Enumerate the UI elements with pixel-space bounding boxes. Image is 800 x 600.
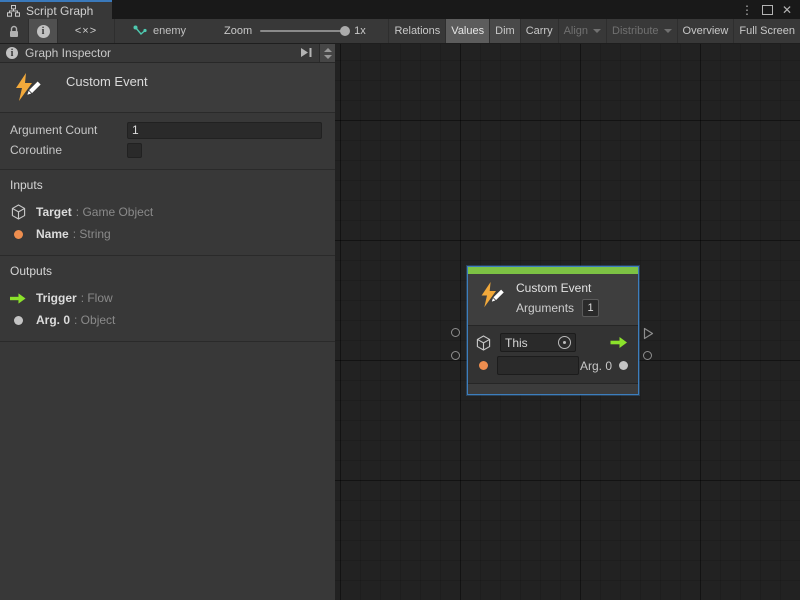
port-row-trigger: Trigger : Flow <box>10 287 335 309</box>
node-row-arg0: Arg. 0 <box>476 354 630 377</box>
object-picker-icon[interactable] <box>558 336 571 349</box>
overview-button[interactable]: Overview <box>677 19 734 43</box>
port-type: : Game Object <box>76 205 153 219</box>
port-row-target: Target : Game Object <box>10 201 335 223</box>
full-screen-button[interactable]: Full Screen <box>733 19 800 43</box>
script-graph-window: Script Graph ⋮ ✕ i <×> enemy <box>0 0 800 600</box>
align-button[interactable]: Align <box>558 19 606 43</box>
inspector-toggle-button[interactable]: i <box>29 19 58 43</box>
zoom-control: Zoom 1x <box>224 19 366 43</box>
dropdown-arrow-icon <box>593 29 601 33</box>
graph-inspector-panel: i Graph Inspector Custom Eve <box>0 44 335 600</box>
custom-event-node[interactable]: Custom Event Arguments 1 This <box>467 266 639 395</box>
target-this-dropdown[interactable]: This <box>500 333 576 352</box>
tab-script-graph[interactable]: Script Graph <box>0 0 112 19</box>
node-arguments-field[interactable]: 1 <box>582 299 599 317</box>
arg0-label: Arg. 0 <box>580 359 612 373</box>
graph-inspector-title: Graph Inspector <box>25 46 111 60</box>
argument-count-label: Argument Count <box>10 123 127 137</box>
info-icon: i <box>37 25 50 38</box>
relations-button[interactable]: Relations <box>388 19 445 43</box>
object-port-dot <box>10 316 26 325</box>
external-input-port[interactable] <box>451 328 460 337</box>
coroutine-checkbox[interactable] <box>127 143 142 158</box>
node-header: Custom Event Arguments 1 <box>468 274 638 326</box>
port-name: Arg. 0 <box>36 313 70 327</box>
window-maximize-icon[interactable] <box>762 5 773 15</box>
port-type: : String <box>73 227 111 241</box>
lock-icon <box>8 25 20 38</box>
code-preview-button[interactable]: <×> <box>58 19 115 43</box>
coroutine-label: Coroutine <box>10 143 127 157</box>
code-icon: <×> <box>75 25 97 37</box>
inputs-header: Inputs <box>10 178 335 192</box>
dim-button[interactable]: Dim <box>489 19 520 43</box>
zoom-slider-handle[interactable] <box>340 26 350 36</box>
scroll-down-icon[interactable] <box>324 55 332 59</box>
unit-header: Custom Event <box>0 63 335 113</box>
port-name: Target <box>36 205 72 219</box>
tab-title: Script Graph <box>26 4 93 18</box>
unit-title: Custom Event <box>66 74 148 89</box>
node-body: This Arg. 0 <box>468 326 638 383</box>
panel-scroll-spinner <box>319 44 335 62</box>
port-type: : Flow <box>81 291 113 305</box>
custom-event-icon <box>12 72 42 104</box>
toolbar-button-group: Relations Values Dim Carry Align Distrib… <box>388 19 800 43</box>
node-arguments-label: Arguments <box>516 301 574 315</box>
scroll-up-icon[interactable] <box>324 48 332 52</box>
info-icon: i <box>6 47 18 59</box>
zoom-slider[interactable] <box>260 30 346 32</box>
string-port-dot <box>10 230 26 239</box>
arg0-out-port[interactable] <box>619 361 628 370</box>
node-footer <box>468 383 638 394</box>
graph-inspector-header: i Graph Inspector <box>0 44 335 63</box>
argument-count-row: Argument Count <box>10 120 335 140</box>
titlebar: Script Graph ⋮ ✕ <box>0 0 800 19</box>
flow-arrow-icon <box>10 293 26 304</box>
node-title: Custom Event <box>516 281 599 295</box>
flow-out-port[interactable] <box>610 337 628 348</box>
coroutine-row: Coroutine <box>10 140 335 160</box>
distribute-button[interactable]: Distribute <box>606 19 676 43</box>
port-type: : Object <box>74 313 115 327</box>
dock-right-icon <box>299 46 313 59</box>
dock-panel-button[interactable] <box>299 46 313 62</box>
lock-button[interactable] <box>0 19 29 43</box>
external-flow-port[interactable] <box>643 327 654 340</box>
carry-button[interactable]: Carry <box>520 19 558 43</box>
window-controls: ⋮ ✕ <box>741 0 800 19</box>
external-output-port[interactable] <box>643 351 652 360</box>
graph-breadcrumb[interactable]: enemy <box>133 19 186 43</box>
inputs-section: Inputs Target : Game Object Name : Strin… <box>0 170 335 256</box>
dropdown-arrow-icon <box>664 29 672 33</box>
cube-icon <box>10 204 26 220</box>
port-name: Name <box>36 227 69 241</box>
external-input-port[interactable] <box>451 351 460 360</box>
unit-fields: Argument Count Coroutine <box>0 113 335 170</box>
outputs-header: Outputs <box>10 264 335 278</box>
port-name: Trigger <box>36 291 77 305</box>
graph-canvas[interactable]: Custom Event Arguments 1 This <box>335 44 800 600</box>
node-row-target: This <box>476 331 630 354</box>
script-graph-icon <box>7 5 20 17</box>
graph-asset-icon <box>133 25 147 38</box>
graph-name: enemy <box>153 25 186 37</box>
zoom-value: 1x <box>354 25 366 37</box>
window-menu-icon[interactable]: ⋮ <box>741 4 753 16</box>
port-row-name: Name : String <box>10 223 335 245</box>
custom-event-icon <box>478 281 505 310</box>
zoom-label: Zoom <box>224 25 252 37</box>
event-name-input[interactable] <box>497 356 579 375</box>
string-in-port[interactable] <box>479 361 488 370</box>
graph-toolbar: i <×> enemy Zoom 1x Relations Values Dim… <box>0 19 800 44</box>
window-close-icon[interactable]: ✕ <box>782 4 792 16</box>
argument-count-input[interactable] <box>127 122 322 139</box>
values-button[interactable]: Values <box>445 19 489 43</box>
node-event-accent-bar <box>468 267 638 274</box>
port-row-arg0: Arg. 0 : Object <box>10 309 335 331</box>
outputs-section: Outputs Trigger : Flow Arg. 0 : Object <box>0 256 335 342</box>
cube-icon <box>476 335 491 351</box>
